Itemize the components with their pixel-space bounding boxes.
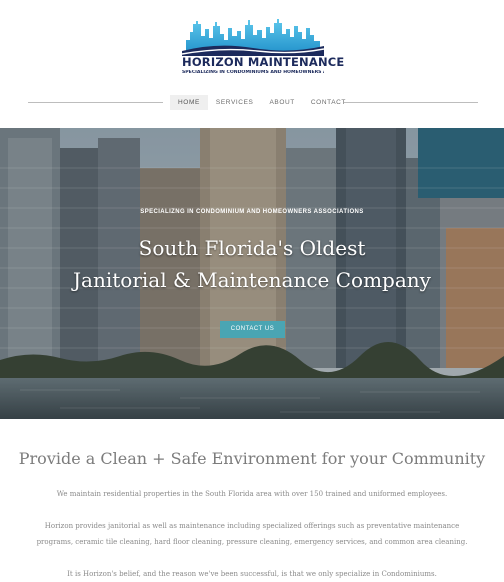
logo-title: HORIZON MAINTENANCE [182, 55, 345, 69]
services-paragraph: Horizon provides janitorial as well as m… [30, 518, 474, 550]
services-paragraph-line2: programs, ceramic tile cleaning, hard fl… [36, 538, 468, 546]
hero-heading: South Florida's Oldest Janitorial & Main… [0, 232, 504, 296]
contact-us-button[interactable]: CONTACT US [220, 321, 285, 338]
hero-heading-line1: South Florida's Oldest [138, 236, 366, 260]
hero-banner: SPECIALIZNG IN CONDOMINIUM AND HOMEOWNER… [0, 128, 504, 419]
nav-about[interactable]: ABOUT [261, 95, 302, 110]
nav-divider-left [28, 102, 163, 103]
services-paragraph-line1: Horizon provides janitorial as well as m… [44, 522, 460, 530]
company-logo[interactable]: HORIZON MAINTENANCE SPECIALIZING IN COND… [182, 18, 345, 80]
belief-paragraph: It is Horizon's belief, and the reason w… [67, 570, 437, 578]
nav-services[interactable]: SERVICES [208, 95, 262, 110]
skyline-logo-graphic [182, 19, 324, 56]
main-nav: HOME SERVICES ABOUT CONTACT [170, 94, 354, 111]
hero-tagline: SPECIALIZNG IN CONDOMINIUM AND HOMEOWNER… [140, 209, 364, 215]
logo-tagline: SPECIALIZING IN CONDOMINIUMS AND HOMEOWN… [182, 70, 324, 75]
nav-divider-right [344, 102, 478, 103]
hero-heading-line2: Janitorial & Maintenance Company [73, 268, 431, 292]
site-header: HORIZON MAINTENANCE SPECIALIZING IN COND… [0, 0, 504, 128]
section-title: Provide a Clean + Safe Environment for y… [18, 449, 486, 468]
intro-paragraph: We maintain residential properties in th… [56, 490, 448, 498]
nav-home[interactable]: HOME [170, 95, 208, 110]
